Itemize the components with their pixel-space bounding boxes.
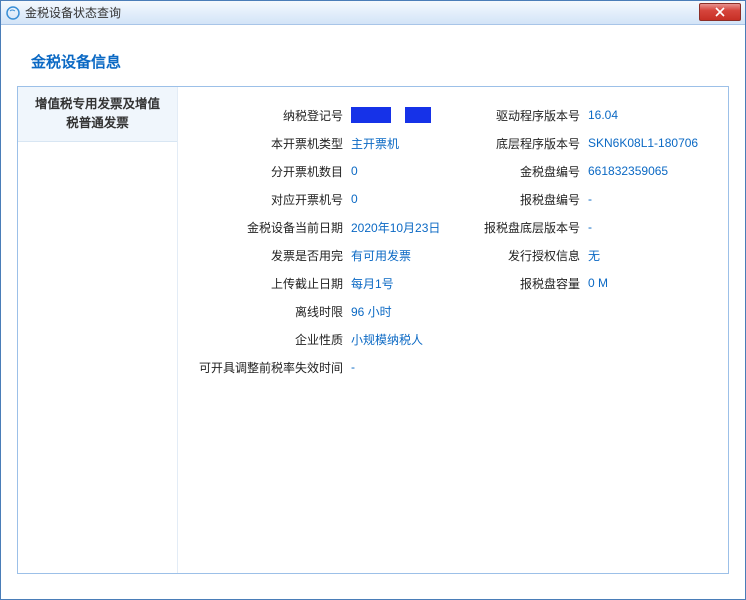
field-label: 报税盘容量 bbox=[458, 275, 588, 292]
content-area: 金税设备信息 增值税专用发票及增值 税普通发票 纳税登记号 bbox=[1, 25, 745, 599]
sidebar-tab-line2: 税普通发票 bbox=[24, 114, 171, 133]
field-label: 金税盘编号 bbox=[458, 163, 588, 180]
field-value: 有可用发票 bbox=[351, 247, 448, 264]
field-row: 报税盘容量 0 M bbox=[458, 269, 710, 297]
field-row: 可开具调整前税率失效时间 - bbox=[196, 353, 448, 381]
field-value: 主开票机 bbox=[351, 135, 448, 152]
field-label: 底层程序版本号 bbox=[458, 135, 588, 152]
field-row: 金税盘编号 661832359065 bbox=[458, 157, 710, 185]
field-row: 发行授权信息 无 bbox=[458, 241, 710, 269]
app-icon bbox=[5, 5, 21, 21]
field-row: 离线时限 96 小时 bbox=[196, 297, 448, 325]
field-row: 报税盘编号 - bbox=[458, 185, 710, 213]
field-row: 底层程序版本号 SKN6K08L1-180706 bbox=[458, 129, 710, 157]
field-label: 金税设备当前日期 bbox=[196, 219, 351, 236]
titlebar[interactable]: 金税设备状态查询 bbox=[1, 1, 745, 25]
field-row: 本开票机类型 主开票机 bbox=[196, 129, 448, 157]
left-column: 纳税登记号 本开票机类型 主开票机 分开票机数目 0 bbox=[196, 101, 448, 381]
field-value: 16.04 bbox=[588, 108, 710, 122]
field-value bbox=[351, 107, 448, 123]
info-panel: 增值税专用发票及增值 税普通发票 纳税登记号 本开票机类型 bbox=[17, 86, 729, 574]
field-label: 发票是否用完 bbox=[196, 247, 351, 264]
field-row: 对应开票机号 0 bbox=[196, 185, 448, 213]
field-value: - bbox=[351, 360, 448, 374]
close-button[interactable] bbox=[699, 3, 741, 21]
field-value: 小规模纳税人 bbox=[351, 331, 448, 348]
window-title: 金税设备状态查询 bbox=[25, 4, 741, 21]
field-value: 0 M bbox=[588, 276, 710, 290]
field-label: 报税盘编号 bbox=[458, 191, 588, 208]
field-value: 0 bbox=[351, 192, 448, 206]
field-value: 0 bbox=[351, 164, 448, 178]
section-title: 金税设备信息 bbox=[17, 37, 729, 86]
field-label: 离线时限 bbox=[196, 303, 351, 320]
field-value: 无 bbox=[588, 247, 710, 264]
field-value: 661832359065 bbox=[588, 164, 710, 178]
field-row: 纳税登记号 bbox=[196, 101, 448, 129]
right-column: 驱动程序版本号 16.04 底层程序版本号 SKN6K08L1-180706 金… bbox=[458, 101, 710, 381]
field-label: 报税盘底层版本号 bbox=[458, 219, 588, 236]
main-content: 纳税登记号 本开票机类型 主开票机 分开票机数目 0 bbox=[178, 87, 728, 573]
sidebar-tab-vat[interactable]: 增值税专用发票及增值 税普通发票 bbox=[18, 87, 177, 142]
redacted-block bbox=[351, 107, 391, 123]
field-row: 报税盘底层版本号 - bbox=[458, 213, 710, 241]
sidebar-tab-line1: 增值税专用发票及增值 bbox=[24, 95, 171, 114]
app-window: 金税设备状态查询 金税设备信息 增值税专用发票及增值 税普通发票 纳税登记号 bbox=[0, 0, 746, 600]
field-label: 本开票机类型 bbox=[196, 135, 351, 152]
sidebar: 增值税专用发票及增值 税普通发票 bbox=[18, 87, 178, 573]
field-value: 2020年10月23日 bbox=[351, 219, 448, 236]
field-label: 上传截止日期 bbox=[196, 275, 351, 292]
field-row: 金税设备当前日期 2020年10月23日 bbox=[196, 213, 448, 241]
field-value: 每月1号 bbox=[351, 275, 448, 292]
field-label: 纳税登记号 bbox=[196, 107, 351, 124]
field-label: 可开具调整前税率失效时间 bbox=[196, 359, 351, 376]
field-label: 驱动程序版本号 bbox=[458, 107, 588, 124]
field-value: - bbox=[588, 220, 710, 234]
field-row: 驱动程序版本号 16.04 bbox=[458, 101, 710, 129]
field-label: 企业性质 bbox=[196, 331, 351, 348]
field-value: - bbox=[588, 192, 710, 206]
field-value: 96 小时 bbox=[351, 303, 448, 320]
redacted-block bbox=[405, 107, 431, 123]
field-label: 分开票机数目 bbox=[196, 163, 351, 180]
field-label: 对应开票机号 bbox=[196, 191, 351, 208]
field-value: SKN6K08L1-180706 bbox=[588, 136, 710, 150]
field-row: 分开票机数目 0 bbox=[196, 157, 448, 185]
field-label: 发行授权信息 bbox=[458, 247, 588, 264]
field-row: 企业性质 小规模纳税人 bbox=[196, 325, 448, 353]
field-row: 发票是否用完 有可用发票 bbox=[196, 241, 448, 269]
field-row: 上传截止日期 每月1号 bbox=[196, 269, 448, 297]
